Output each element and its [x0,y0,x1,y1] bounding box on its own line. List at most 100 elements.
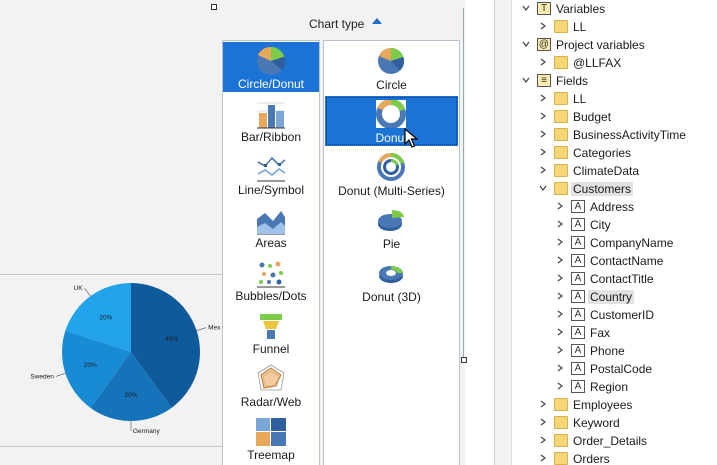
tree-node[interactable]: A PostalCode [512,360,717,378]
tree-node[interactable]: A Phone [512,342,717,360]
chevron-right-icon[interactable] [556,382,564,390]
tree-node[interactable]: A Country [512,288,717,306]
chart-type-toggle[interactable]: Chart type [300,14,400,34]
subtype-circle[interactable]: Circle [325,43,458,93]
chevron-right-icon[interactable] [556,346,564,354]
chart-subtype-list: Circle Donut Donut (Multi-Series) Pie Do… [323,40,460,465]
chevron-right-icon[interactable] [539,94,547,102]
chevron-right-icon[interactable] [539,130,547,138]
text-field-icon: A [571,236,585,249]
chevron-up-icon [372,18,382,24]
chevron-right-icon[interactable] [556,274,564,282]
tree-node[interactable]: ≡ Fields [512,72,717,90]
subtype-donut[interactable]: Donut [325,96,458,146]
chevron-down-icon[interactable] [522,4,530,12]
tree-node[interactable]: Customers [512,180,717,198]
subtype-donut-3d[interactable]: Donut (3D) [325,255,458,305]
category-treemap[interactable]: Treemap [223,413,319,463]
tree-node[interactable]: ClimateData [512,162,717,180]
category-label: Treemap [247,448,295,462]
tree-node[interactable]: BusinessActivityTime [512,126,717,144]
chevron-right-icon[interactable] [556,202,564,210]
category-circle-donut[interactable]: Circle/Donut [223,42,319,92]
subtype-pie[interactable]: Pie [325,202,458,252]
tree-node-label: Project variables [556,38,645,52]
chevron-right-icon[interactable] [539,400,547,408]
tree-node[interactable]: LL [512,18,717,36]
tree-node[interactable]: @LLFAX [512,54,717,72]
tree-node[interactable]: A ContactName [512,252,717,270]
panel-gap [468,0,494,465]
category-label: Funnel [252,342,290,356]
chevron-down-icon[interactable] [522,40,530,48]
category-funnel[interactable]: Funnel [223,307,319,357]
subtype-label: Donut (Multi-Series) [338,184,445,198]
folder-icon [554,398,568,411]
tree-node[interactable]: Orders [512,450,717,465]
chevron-right-icon[interactable] [539,148,547,156]
tree-node[interactable]: LL [512,90,717,108]
text-field-icon: A [571,272,585,285]
subtype-donut-multi-series[interactable]: Donut (Multi-Series) [325,149,458,199]
chevron-right-icon[interactable] [556,238,564,246]
resize-handle[interactable] [461,357,467,363]
donut-multi-series-icon [377,153,405,181]
chart-type-label: Chart type [309,17,365,31]
tree-node[interactable]: A Fax [512,324,717,342]
report-designer-canvas[interactable]: 40% Mex 20% Germany 20% Sweden 20% UK Chart typ… [0,0,468,465]
tree-node[interactable]: Keyword [512,414,717,432]
text-field-icon: A [571,254,585,267]
chevron-down-icon[interactable] [539,184,547,192]
resize-handle[interactable] [211,4,217,10]
pie-category-label: Germany [133,428,160,435]
chevron-right-icon[interactable] [539,58,547,66]
folder-icon [554,146,568,159]
chevron-right-icon[interactable] [539,454,547,462]
tree-node-label: Order_Details [573,434,648,448]
category-areas[interactable]: Areas [223,201,319,251]
tree-node[interactable]: A CompanyName [512,234,717,252]
chevron-right-icon[interactable] [539,166,547,174]
tree-node[interactable]: A City [512,216,717,234]
tree-node[interactable]: A CustomerID [512,306,717,324]
chevron-right-icon[interactable] [556,220,564,228]
tree-node[interactable]: Order_Details [512,432,717,450]
chevron-right-icon[interactable] [539,22,547,30]
pie-category-label: UK [74,285,84,292]
pie-leader-line [55,373,66,377]
chevron-right-icon[interactable] [556,292,564,300]
pie-chart-icon [378,210,404,231]
chevron-right-icon[interactable] [556,256,564,264]
chevron-right-icon[interactable] [556,310,564,318]
pie-leader-line [84,287,91,297]
folder-icon [554,182,568,195]
chevron-down-icon[interactable] [522,76,530,84]
chevron-right-icon[interactable] [539,418,547,426]
chevron-right-icon[interactable] [556,328,564,336]
chevron-right-icon[interactable] [539,112,547,120]
bar-ribbon-icon [257,102,285,129]
tree-node[interactable]: T Variables [512,0,717,18]
tree-node[interactable]: @ Project variables [512,36,717,54]
tree-node[interactable]: A Address [512,198,717,216]
subtype-label: Pie [382,237,401,251]
variables-icon: T [537,2,551,15]
chevron-right-icon[interactable] [556,364,564,372]
tree-node[interactable]: Budget [512,108,717,126]
treemap-icon [256,418,286,446]
tree-node-label: Address [590,200,635,214]
chevron-right-icon[interactable] [539,436,547,444]
variables-fields-tree[interactable]: T Variables LL @ Project variables @LLFAX ≡ Fie… [512,0,717,465]
tree-node[interactable]: A ContactTitle [512,270,717,288]
category-bubbles-dots[interactable]: Bubbles/Dots [223,254,319,304]
category-label: Bar/Ribbon [240,130,302,144]
tree-node-label: Variables [556,2,606,16]
tree-node[interactable]: A Region [512,378,717,396]
tree-gutter [495,0,512,465]
category-line-symbol[interactable]: Line/Symbol [223,148,319,198]
tree-node[interactable]: Employees [512,396,717,414]
category-bar-ribbon[interactable]: Bar/Ribbon [223,95,319,145]
tree-node[interactable]: Categories [512,144,717,162]
folder-icon [554,434,568,447]
category-radar-web[interactable]: Radar/Web [223,360,319,410]
